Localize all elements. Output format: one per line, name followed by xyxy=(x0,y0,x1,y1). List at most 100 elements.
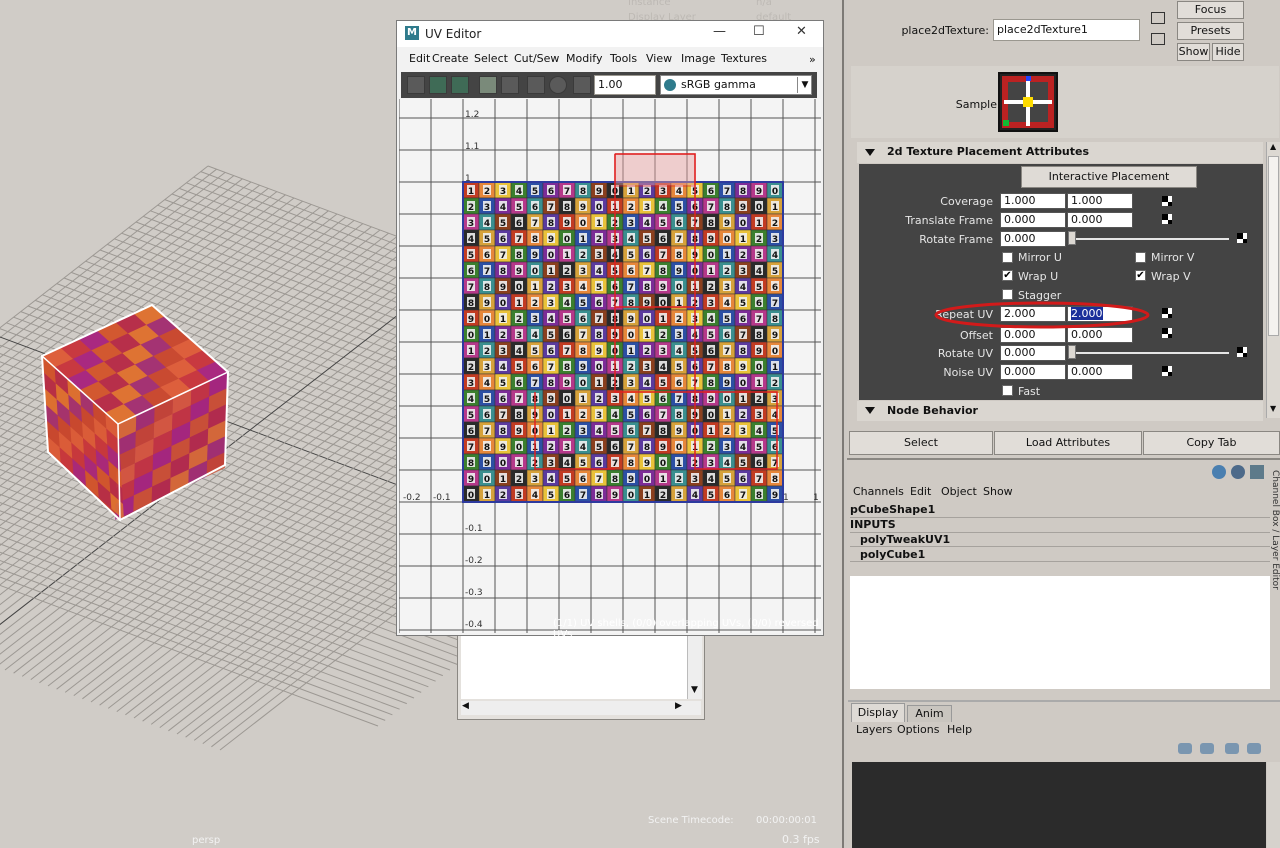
show-button[interactable]: Show xyxy=(1177,43,1210,61)
section-expand-icon[interactable] xyxy=(865,149,875,156)
uv-toolbar-checker-icon[interactable] xyxy=(429,76,447,94)
select-button[interactable]: Select xyxy=(849,431,993,455)
close-icon[interactable]: ✕ xyxy=(796,24,807,39)
rotate-uv-map-icon[interactable] xyxy=(1236,346,1248,358)
uv-menu-select[interactable]: Select xyxy=(474,52,508,65)
channel-menu-object[interactable]: Object xyxy=(941,485,977,498)
coverage-map-icon[interactable] xyxy=(1161,195,1173,207)
fast-checkbox[interactable] xyxy=(1002,385,1013,396)
load-attributes-button[interactable]: Load Attributes xyxy=(994,431,1142,455)
maximize-icon[interactable]: ☐ xyxy=(753,24,765,39)
minimize-icon[interactable]: — xyxy=(713,24,726,39)
rotate-uv-slider-handle[interactable] xyxy=(1068,345,1076,359)
channel-box-row[interactable]: INPUTS xyxy=(850,518,1270,533)
channel-box-icon[interactable] xyxy=(1212,465,1226,479)
layer-move-up-icon[interactable] xyxy=(1225,743,1239,754)
wrap-u-checkbox[interactable]: ✔ xyxy=(1002,270,1013,281)
coverage-u-field[interactable]: 1.000 xyxy=(1000,193,1066,209)
channel-menu-show[interactable]: Show xyxy=(983,485,1013,498)
mirror-u-checkbox[interactable] xyxy=(1002,252,1013,263)
scrollbar-thumb[interactable] xyxy=(1268,156,1279,336)
rotate-frame-slider-track[interactable] xyxy=(1071,238,1229,240)
chevron-down-icon[interactable]: ▼ xyxy=(797,77,812,93)
uv-menu-modify[interactable]: Modify xyxy=(566,52,602,65)
uv-menu-create[interactable]: Create xyxy=(432,52,469,65)
hide-button[interactable]: Hide xyxy=(1212,43,1244,61)
channel-menu-edit[interactable]: Edit xyxy=(910,485,931,498)
layer-new-icon[interactable] xyxy=(1178,743,1192,754)
scroll-up-icon[interactable]: ▲ xyxy=(1270,142,1276,151)
rotate-frame-field[interactable]: 0.000 xyxy=(1000,231,1066,247)
tab-anim[interactable]: Anim xyxy=(907,705,952,722)
scroll-left-icon[interactable]: ◀ xyxy=(462,701,469,711)
layer-menu-help[interactable]: Help xyxy=(947,723,972,736)
noise-uv-map-icon[interactable] xyxy=(1161,365,1173,377)
channel-menu-channels[interactable]: Channels xyxy=(853,485,904,498)
channel-box-list[interactable] xyxy=(850,576,1270,689)
rotate-uv-field[interactable]: 0.000 xyxy=(1000,345,1066,361)
scroll-right-icon[interactable]: ▶ xyxy=(675,701,682,711)
translate-frame-v-field[interactable]: 0.000 xyxy=(1067,212,1133,228)
uv-menu-edit[interactable]: Edit xyxy=(409,52,430,65)
node-behavior-expand-icon[interactable] xyxy=(865,407,875,414)
uv-toolbar-image-icon[interactable] xyxy=(479,76,497,94)
channel-box-row[interactable]: polyCube1 xyxy=(850,548,1270,562)
channel-box-row[interactable]: pCubeShape1 xyxy=(850,503,1270,518)
channel-box-side-tab[interactable]: Channel Box / Layer Editor xyxy=(1270,470,1280,610)
background-window-hscroll[interactable]: ◀ ▶ xyxy=(461,701,701,715)
uv-menu-textures[interactable]: Textures xyxy=(721,52,767,65)
rotate-uv-slider-track[interactable] xyxy=(1071,352,1229,354)
copy-tab-button[interactable]: Copy Tab xyxy=(1143,431,1280,455)
rotate-frame-slider-handle[interactable] xyxy=(1068,231,1076,245)
uv-editor-titlebar[interactable]: M UV Editor — ☐ ✕ xyxy=(397,21,823,47)
background-window-scrollbar[interactable]: ▼ xyxy=(687,633,702,699)
menu-overflow-icon[interactable]: » xyxy=(809,53,816,66)
layer-move-down-icon[interactable] xyxy=(1247,743,1261,754)
uv-canvas[interactable]: 1 2 3 4 5 6 7 8 9 0 1 2 3 4 5 6 7 8 9 02 3 4 5 6 7 8 9 0 1 2 3 4 5 6 7 8 9 0 1… xyxy=(399,99,821,633)
noise-v-field[interactable]: 0.000 xyxy=(1067,364,1133,380)
channel-box-row[interactable]: polyTweakUV1 xyxy=(850,533,1270,547)
uv-toolbar-snap-icon[interactable] xyxy=(527,76,545,94)
rotate-frame-map-icon[interactable] xyxy=(1236,232,1248,244)
uv-toolbar-shaded-icon[interactable] xyxy=(451,76,469,94)
layer-menu-layers[interactable]: Layers xyxy=(856,723,892,736)
presets-button[interactable]: Presets xyxy=(1177,22,1244,40)
attribute-editor-scrollbar[interactable]: ▲ ▼ xyxy=(1266,142,1280,418)
repeat-uv-map-icon[interactable] xyxy=(1161,307,1173,319)
section-node-behavior[interactable]: Node Behavior xyxy=(857,401,1263,421)
uv-menu-tools[interactable]: Tools xyxy=(610,52,637,65)
uv-menu-image[interactable]: Image xyxy=(681,52,715,65)
uv-toolbar-exposure-icon[interactable] xyxy=(549,76,567,94)
uv-editor-window[interactable]: M UV Editor — ☐ ✕ Edit Create Select Cut/Se… xyxy=(396,20,824,640)
tool-settings-icon[interactable] xyxy=(1250,465,1264,479)
interactive-placement-button[interactable]: Interactive Placement xyxy=(1021,166,1197,188)
node-name-field[interactable]: place2dTexture1 xyxy=(993,19,1140,41)
scroll-down-arrow-icon[interactable]: ▼ xyxy=(1270,404,1276,413)
section-2d-texture-placement[interactable]: 2d Texture Placement Attributes xyxy=(857,142,1263,163)
layer-list[interactable] xyxy=(852,762,1266,848)
uv-toolbar-filter-icon[interactable] xyxy=(501,76,519,94)
layer-menu-options[interactable]: Options xyxy=(897,723,939,736)
translate-frame-map-icon[interactable] xyxy=(1161,213,1173,225)
layer-list-scrollbar[interactable] xyxy=(1267,762,1280,848)
input-connection-icon[interactable] xyxy=(1151,12,1165,24)
wrap-v-checkbox[interactable]: ✔ xyxy=(1135,270,1146,281)
gamma-field[interactable]: 1.00 xyxy=(594,75,656,95)
coverage-v-field[interactable]: 1.000 xyxy=(1067,193,1133,209)
offset-map-icon[interactable] xyxy=(1161,327,1173,339)
panel-divider[interactable] xyxy=(842,0,844,848)
output-connection-icon[interactable] xyxy=(1151,33,1165,45)
uv-menu-view[interactable]: View xyxy=(646,52,672,65)
translate-frame-u-field[interactable]: 0.000 xyxy=(1000,212,1066,228)
mirror-v-checkbox[interactable] xyxy=(1135,252,1146,263)
noise-u-field[interactable]: 0.000 xyxy=(1000,364,1066,380)
attribute-editor-toggle-icon[interactable] xyxy=(1231,465,1245,479)
uv-toolbar-camera-icon[interactable] xyxy=(573,76,591,94)
uv-menu-cutsew[interactable]: Cut/Sew xyxy=(514,52,559,65)
scroll-down-icon[interactable]: ▼ xyxy=(691,685,698,695)
colorspace-dropdown[interactable]: sRGB gamma ▼ xyxy=(660,75,812,95)
focus-button[interactable]: Focus xyxy=(1177,1,1244,19)
uv-toolbar-grid-icon[interactable] xyxy=(407,76,425,94)
tab-display[interactable]: Display xyxy=(851,703,905,722)
layer-new-selected-icon[interactable] xyxy=(1200,743,1214,754)
